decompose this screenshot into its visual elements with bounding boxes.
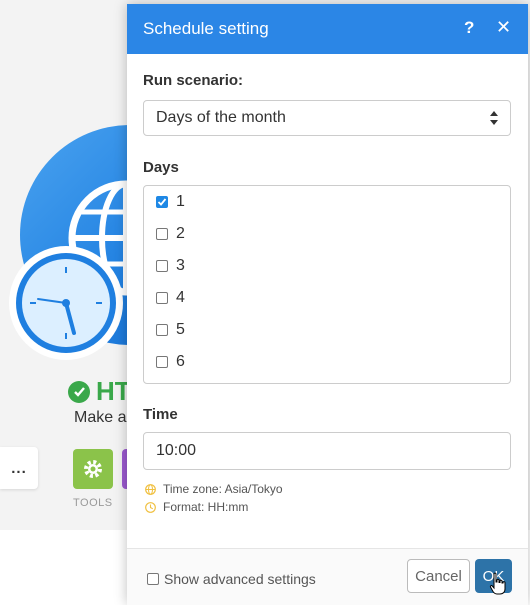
gear-icon (84, 460, 102, 478)
checkbox[interactable] (156, 292, 168, 304)
day-label: 4 (176, 289, 185, 306)
time-input[interactable]: 10:00 (143, 432, 511, 470)
success-check-icon (68, 380, 90, 403)
format-hint-text: Format: HH:mm (163, 500, 249, 514)
day-label: 5 (176, 321, 185, 338)
tools-label: TOOLS (73, 497, 113, 509)
help-icon[interactable]: ? (464, 18, 474, 38)
globe-small-icon (145, 483, 156, 495)
day-option[interactable]: 6 (144, 346, 510, 378)
advanced-settings-checkbox[interactable] (147, 573, 159, 585)
days-label: Days (143, 159, 179, 176)
day-label: 6 (176, 353, 185, 370)
checkbox[interactable] (156, 260, 168, 272)
day-label: 2 (176, 225, 185, 242)
module-title: HT (68, 376, 131, 407)
module-description: Make a (74, 409, 127, 426)
time-label: Time (143, 406, 178, 423)
advanced-settings-label: Show advanced settings (164, 571, 316, 587)
dialog-footer: Show advanced settings Cancel OK (127, 548, 528, 605)
dialog-title: Schedule setting (143, 19, 269, 38)
timezone-hint: Time zone: Asia/Tokyo (145, 482, 283, 496)
format-hint: Format: HH:mm (145, 500, 248, 514)
day-option[interactable]: 2 (144, 218, 510, 250)
day-label: 1 (176, 193, 185, 210)
dialog-header: Schedule setting ? ✕ (127, 4, 528, 54)
day-option[interactable]: 4 (144, 282, 510, 314)
checkbox[interactable] (156, 356, 168, 368)
day-option[interactable]: 5 (144, 314, 510, 346)
run-scenario-select[interactable]: Days of the month (143, 100, 511, 136)
timezone-hint-text: Time zone: Asia/Tokyo (163, 482, 283, 496)
schedule-setting-dialog: Schedule setting ? ✕ Run scenario: Days … (127, 4, 528, 605)
day-label: 3 (176, 257, 185, 274)
run-scenario-value: Days of the month (156, 109, 286, 126)
checkbox-checked[interactable] (156, 196, 168, 208)
close-icon[interactable]: ✕ (496, 17, 511, 38)
checkbox[interactable] (156, 324, 168, 336)
day-option[interactable]: 3 (144, 250, 510, 282)
more-options-button[interactable]: ... (0, 447, 38, 489)
show-advanced-settings[interactable]: Show advanced settings (147, 571, 316, 587)
checkbox[interactable] (156, 228, 168, 240)
select-arrows-icon (490, 111, 498, 125)
day-option[interactable]: 1 (144, 186, 510, 218)
clock-small-icon (145, 501, 156, 513)
hand-cursor-icon (489, 572, 506, 595)
cancel-button[interactable]: Cancel (407, 559, 470, 593)
tools-button[interactable] (73, 449, 113, 489)
module-title-text: HT (96, 376, 131, 406)
days-list[interactable]: 1 2 3 4 5 6 (143, 185, 511, 384)
clock-icon (9, 246, 123, 360)
run-scenario-label: Run scenario: (143, 72, 244, 89)
